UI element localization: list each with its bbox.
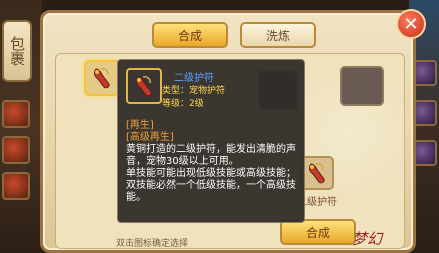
item-slot-material[interactable]	[340, 66, 384, 106]
left-side-icons	[2, 100, 30, 208]
side-item-icon[interactable]	[2, 172, 30, 200]
amulet-icon	[94, 68, 110, 89]
bag-tab-label: 包裹	[8, 36, 26, 66]
hint-text: 双击图标确定选择	[116, 239, 189, 249]
side-item-icon[interactable]	[2, 100, 30, 128]
item-tooltip: 二级护符 类型：宠物护符 等级：2级 [再生] [高级再生] 黄铜打造的二级护符…	[117, 59, 305, 223]
tooltip-skill-2: [高级再生]	[126, 132, 174, 143]
tab-refine[interactable]: 洗炼	[240, 22, 316, 48]
amulet-icon	[309, 163, 325, 184]
tooltip-item-name: 二级护符	[174, 73, 214, 84]
tooltip-skill-note: 单技能可能出现低级技能或高级技能；双技能必然一个低级技能，一个高级技能。	[126, 168, 296, 203]
tooltip-skill-1: [再生]	[126, 120, 154, 131]
tooltip-description: 黄铜打造的二级护符，能发出清脆的声音，宠物30级以上可用。	[126, 144, 296, 167]
tooltip-item-icon-frame	[126, 68, 162, 104]
tooltip-item-type: 类型：宠物护符	[162, 86, 226, 96]
item-slot-amulet-selected[interactable]	[84, 60, 120, 96]
game-logo: 梦幻	[352, 230, 383, 248]
close-icon: ✕	[403, 13, 419, 35]
close-button[interactable]: ✕	[396, 9, 426, 39]
tooltip-item-level: 等级：2级	[162, 99, 204, 109]
bag-tab[interactable]: 包裹	[2, 20, 32, 82]
amulet-icon	[136, 76, 152, 97]
tab-combine[interactable]: 合成	[152, 22, 228, 48]
tooltip-body: [再生] [高级再生] 黄铜打造的二级护符，能发出清脆的声音，宠物30级以上可用…	[126, 120, 302, 204]
side-item-icon[interactable]	[2, 136, 30, 164]
result-item-slot[interactable]	[300, 156, 334, 190]
